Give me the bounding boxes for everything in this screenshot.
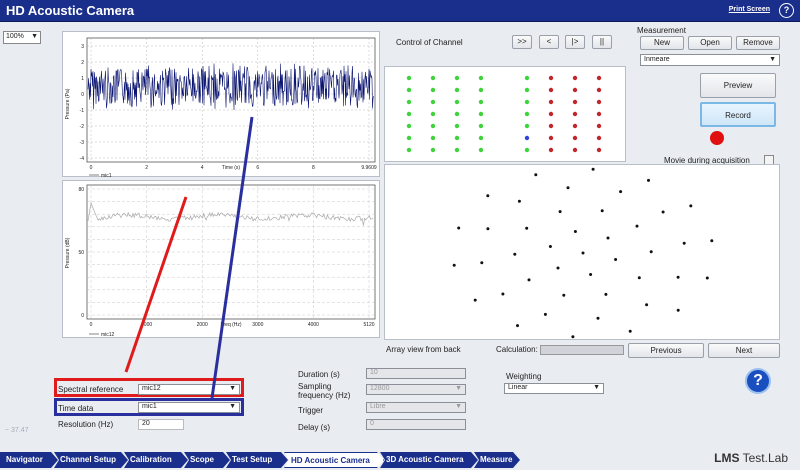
- tab-navigator[interactable]: Navigator: [0, 452, 58, 468]
- tab-scope[interactable]: Scope: [184, 452, 230, 468]
- annotation-overlay: [124, 116, 254, 399]
- workflow-tab-bar: Navigator Channel Setup Calibration Scop…: [0, 449, 800, 470]
- tab-calibration[interactable]: Calibration: [124, 452, 188, 468]
- tab-channel-setup[interactable]: Channel Setup: [54, 452, 128, 468]
- tab-hd-acoustic-camera[interactable]: HD Acoustic Camera: [284, 452, 384, 468]
- tab-3d-acoustic-camera[interactable]: 3D Acoustic Camera: [380, 452, 478, 468]
- brand-logo: LMS Test.Lab: [714, 451, 788, 465]
- tab-measure[interactable]: Measure: [474, 452, 520, 468]
- spectral-annotation-line: [124, 196, 188, 373]
- tab-test-setup[interactable]: Test Setup: [226, 452, 288, 468]
- time-annotation-line: [210, 116, 254, 399]
